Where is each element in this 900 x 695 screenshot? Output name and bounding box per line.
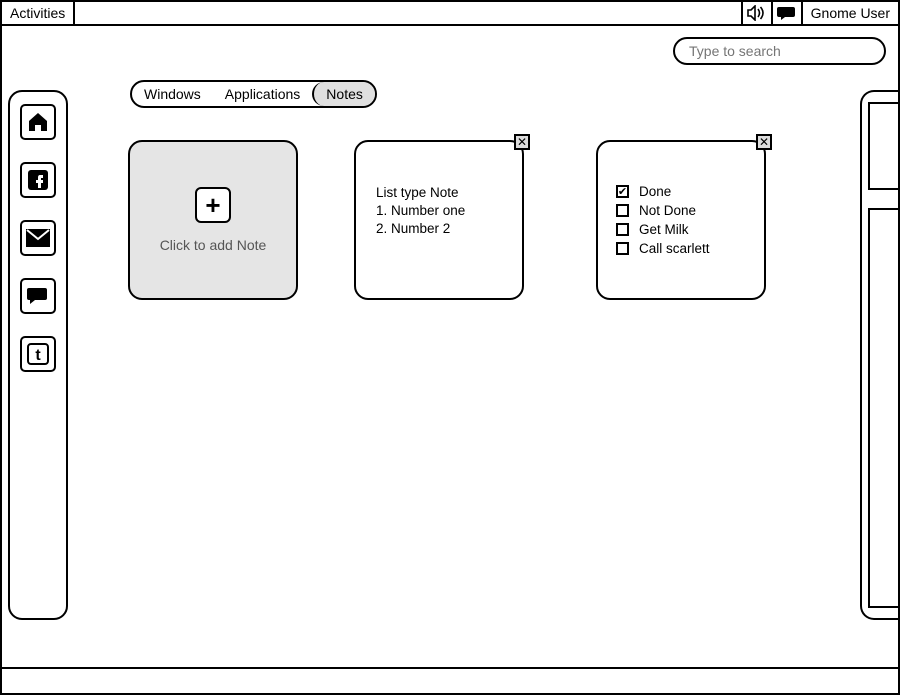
checkbox-icon[interactable] xyxy=(616,242,629,255)
checklist-label: Not Done xyxy=(639,203,696,218)
tab-windows[interactable]: Windows xyxy=(132,82,213,106)
add-note-card[interactable]: + Click to add Note xyxy=(128,140,298,300)
checklist-label: Done xyxy=(639,184,671,199)
checklist-item[interactable]: Get Milk xyxy=(616,222,746,237)
dock-facebook-icon[interactable] xyxy=(20,162,56,198)
dock: t xyxy=(8,90,68,620)
checklist-item[interactable]: ✔ Done xyxy=(616,184,746,199)
chat-status-icon[interactable] xyxy=(771,2,801,24)
volume-icon[interactable] xyxy=(741,2,771,24)
add-note-caption: Click to add Note xyxy=(160,237,267,253)
workspace-thumbnail[interactable] xyxy=(868,102,900,190)
note-list-item: 1. Number one xyxy=(376,202,502,220)
checkbox-checked-icon[interactable]: ✔ xyxy=(616,185,629,198)
dock-chat-icon[interactable] xyxy=(20,278,56,314)
activities-button[interactable]: Activities xyxy=(2,2,75,24)
close-icon[interactable]: ✕ xyxy=(514,134,530,150)
checklist-label: Get Milk xyxy=(639,222,689,237)
checklist-item[interactable]: Call scarlett xyxy=(616,241,746,256)
search-input[interactable] xyxy=(673,37,886,65)
view-tabs: Windows Applications Notes xyxy=(130,80,377,108)
top-bar: Activities Gnome User xyxy=(2,2,898,26)
note-title: List type Note xyxy=(376,184,502,202)
checklist-label: Call scarlett xyxy=(639,241,710,256)
dock-home-icon[interactable] xyxy=(20,104,56,140)
checkbox-icon[interactable] xyxy=(616,204,629,217)
note-list-item: 2. Number 2 xyxy=(376,220,502,238)
tab-applications[interactable]: Applications xyxy=(213,82,313,106)
user-menu[interactable]: Gnome User xyxy=(801,2,898,24)
plus-icon: + xyxy=(195,187,231,223)
search-area xyxy=(673,37,886,65)
workspace-thumbnail[interactable] xyxy=(868,208,900,608)
close-icon[interactable]: ✕ xyxy=(756,134,772,150)
dock-twitter-icon[interactable]: t xyxy=(20,336,56,372)
note-card[interactable]: ✕ List type Note 1. Number one 2. Number… xyxy=(354,140,524,300)
note-card[interactable]: ✕ ✔ Done Not Done Get Milk Call scarlett xyxy=(596,140,766,300)
bottom-bar xyxy=(2,667,898,693)
dock-mail-icon[interactable] xyxy=(20,220,56,256)
checklist-item[interactable]: Not Done xyxy=(616,203,746,218)
svg-text:t: t xyxy=(35,347,41,364)
workspace-switcher xyxy=(860,90,898,620)
tab-notes[interactable]: Notes xyxy=(312,82,375,106)
checkbox-icon[interactable] xyxy=(616,223,629,236)
